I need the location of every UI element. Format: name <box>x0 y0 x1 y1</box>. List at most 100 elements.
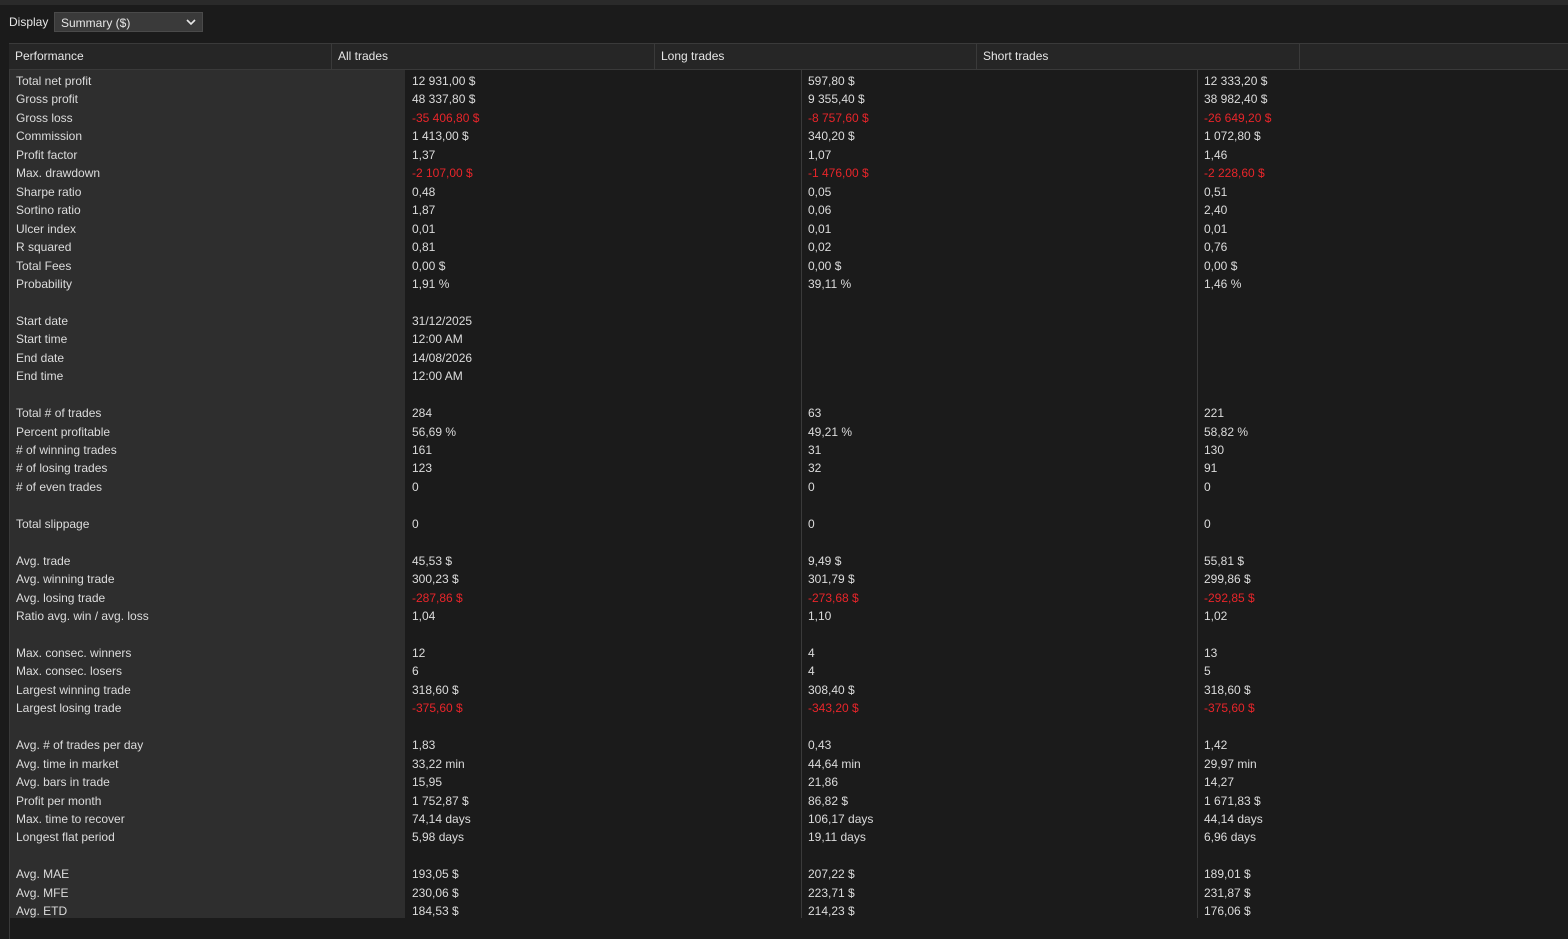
all-trades-value: -287,86 $ <box>412 590 463 605</box>
short-trades-value: 0,00 $ <box>1204 258 1238 273</box>
short-trades-value: 12 333,20 $ <box>1204 74 1268 88</box>
table-row: Max. time to recover 74,14 days 106,17 day… <box>9 810 1300 828</box>
all-trades-value: 1,37 <box>412 147 436 162</box>
short-trades-value: 6,96 days <box>1204 830 1257 845</box>
long-trades-value: 44,64 min <box>808 756 861 771</box>
display-label: Display <box>9 15 49 29</box>
all-trades-value: 1 413,00 $ <box>412 129 469 144</box>
short-trades-value: 299,86 $ <box>1204 572 1251 587</box>
row-label: Start date <box>16 313 69 328</box>
header-long-trades[interactable]: Long trades <box>655 44 977 69</box>
performance-table-body: Total net profit 12 931,00 $ 597,80 $ 12 33… <box>9 70 1300 918</box>
long-trades-value: 223,71 $ <box>808 885 855 900</box>
row-label: # of winning trades <box>16 443 117 457</box>
short-trades-value: 231,87 $ <box>1204 885 1251 900</box>
table-row: Sharpe ratio 0,48 0,05 0,51 <box>9 183 1300 201</box>
short-trades-value: 44,14 days <box>1204 812 1263 826</box>
row-label: Sortino ratio <box>16 203 81 218</box>
row-label: Max. consec. winners <box>16 645 132 660</box>
long-trades-value: -8 757,60 $ <box>808 110 869 125</box>
short-trades-value: 1,46 % <box>1204 276 1242 291</box>
table-row: Total net profit 12 931,00 $ 597,80 $ 12 33… <box>9 72 1300 90</box>
row-label: Avg. winning trade <box>16 572 115 587</box>
long-trades-value: 32 <box>808 461 822 476</box>
table-row: Avg. bars in trade 15,95 21,86 14,27 <box>9 773 1300 791</box>
all-trades-value: 45,53 $ <box>412 553 453 568</box>
header-performance[interactable]: Performance <box>9 44 332 69</box>
display-select[interactable]: Summary ($) <box>54 12 203 32</box>
table-row: Profit factor 1,37 1,07 1,46 <box>9 146 1300 164</box>
all-trades-value: 48 337,80 $ <box>412 92 476 107</box>
all-trades-value: 193,05 $ <box>412 867 459 882</box>
row-label: Gross profit <box>16 92 79 107</box>
short-trades-value: 0 <box>1204 479 1211 494</box>
all-trades-value: 0 <box>412 516 419 531</box>
table-row: # of even trades 0 0 0 <box>9 478 1300 496</box>
short-trades-value: 2,40 <box>1204 203 1228 218</box>
long-trades-value: 63 <box>808 406 822 421</box>
row-label: Probability <box>16 276 73 291</box>
row-label: End date <box>16 350 65 365</box>
all-trades-value: 123 <box>412 461 433 476</box>
table-row: R squared 0,81 0,02 0,76 <box>9 238 1300 256</box>
strategy-performance-window: Display Summary ($) Performance All trad… <box>0 0 1568 939</box>
table-row: Gross loss -35 406,80 $ -8 757,60 $ -26 649… <box>9 109 1300 127</box>
table-row: Avg. # of trades per day 1,83 0,43 1,42 <box>9 736 1300 754</box>
short-trades-value: 58,82 % <box>1204 424 1249 439</box>
short-trades-value: 1 072,80 $ <box>1204 129 1261 144</box>
table-row <box>9 386 1300 404</box>
all-trades-value: 184,53 $ <box>412 904 459 919</box>
table-row: End time 12:00 AM <box>9 367 1300 385</box>
header-short-trades[interactable]: Short trades <box>977 44 1300 69</box>
short-trades-value: -375,60 $ <box>1204 701 1255 716</box>
row-label: # of even trades <box>16 479 103 494</box>
table-row: # of winning trades 161 31 130 <box>9 441 1300 459</box>
row-label: Commission <box>16 129 83 144</box>
row-label: Avg. trade <box>16 553 71 568</box>
row-label: Profit per month <box>16 793 102 808</box>
short-trades-value: 130 <box>1204 443 1225 457</box>
short-trades-value: 14,27 <box>1204 775 1235 790</box>
row-label: Sharpe ratio <box>16 184 82 199</box>
table-row: Commission 1 413,00 $ 340,20 $ 1 072,80 $ <box>9 127 1300 145</box>
short-trades-value: -2 228,60 $ <box>1204 166 1265 181</box>
short-trades-value: 176,06 $ <box>1204 904 1251 919</box>
long-trades-value: 0,06 <box>808 203 832 218</box>
table-row: Largest winning trade 318,60 $ 308,40 $ 318… <box>9 681 1300 699</box>
short-trades-value: 1 671,83 $ <box>1204 793 1261 808</box>
long-trades-value: 207,22 $ <box>808 867 855 882</box>
header-all-trades[interactable]: All trades <box>332 44 655 69</box>
all-trades-value: 12 <box>412 645 426 660</box>
table-row: Ulcer index 0,01 0,01 0,01 <box>9 220 1300 238</box>
all-trades-value: 230,06 $ <box>412 885 459 900</box>
all-trades-value: 12:00 AM <box>412 369 463 384</box>
table-row: Avg. ETD 184,53 $ 214,23 $ 176,06 $ <box>9 902 1300 920</box>
short-trades-value: 0,76 <box>1204 240 1228 255</box>
all-trades-value: 1,04 <box>412 609 436 624</box>
long-trades-value: 19,11 days <box>808 830 866 845</box>
all-trades-value: 284 <box>412 406 433 421</box>
row-label: Profit factor <box>16 147 78 162</box>
long-trades-value: 0,05 <box>808 184 832 199</box>
all-trades-value: 14/08/2026 <box>412 350 473 365</box>
long-trades-value: 340,20 $ <box>808 129 855 144</box>
table-row <box>9 718 1300 736</box>
short-trades-value: 55,81 $ <box>1204 553 1245 568</box>
table-row: # of losing trades 123 32 91 <box>9 459 1300 477</box>
row-label: Avg. losing trade <box>16 590 106 605</box>
row-label: End time <box>16 369 64 384</box>
table-row: Max. drawdown -2 107,00 $ -1 476,00 $ -2 22… <box>9 164 1300 182</box>
table-row <box>9 496 1300 514</box>
short-trades-value: 0,51 <box>1204 184 1228 199</box>
all-trades-value: 5,98 days <box>412 830 465 845</box>
table-row: Gross profit 48 337,80 $ 9 355,40 $ 38 982,… <box>9 90 1300 108</box>
all-trades-value: 0,48 <box>412 184 436 199</box>
short-trades-value: 29,97 min <box>1204 756 1257 771</box>
display-toolbar: Display Summary ($) <box>0 11 1568 33</box>
long-trades-value: 9,49 $ <box>808 553 842 568</box>
row-label: Longest flat period <box>16 830 115 845</box>
short-trades-value: 13 <box>1204 645 1218 660</box>
row-label: Gross loss <box>16 110 73 125</box>
short-trades-value: 0 <box>1204 516 1211 531</box>
short-trades-value: 0,01 <box>1204 221 1228 236</box>
